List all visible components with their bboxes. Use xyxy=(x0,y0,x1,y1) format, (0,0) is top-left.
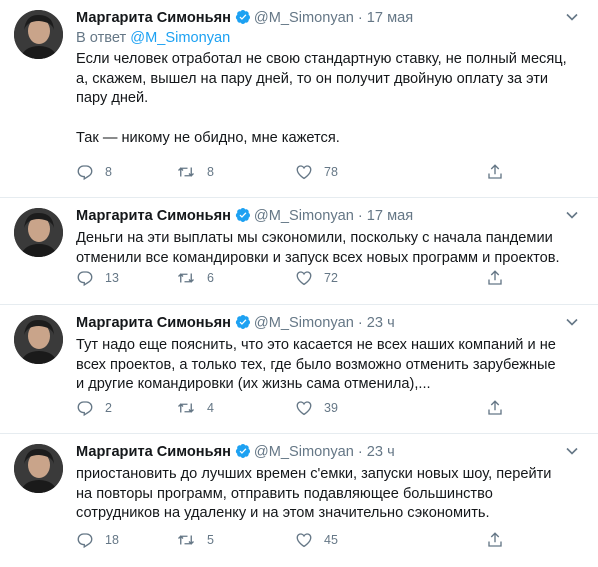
tweet-timestamp[interactable]: 17 мая xyxy=(367,208,413,224)
retweet-count: 8 xyxy=(207,165,214,179)
retweet-button[interactable]: 4 xyxy=(176,398,214,418)
like-button[interactable]: 39 xyxy=(295,398,338,418)
author-handle[interactable]: @M_Simonyan xyxy=(254,208,354,224)
tweet-text: Если человек отработал не свою стандартн… xyxy=(76,51,567,146)
share-button[interactable] xyxy=(486,398,504,418)
tweet-text: приостановить до лучших времен с'емки, з… xyxy=(76,466,552,522)
reply-count: 8 xyxy=(105,165,112,179)
author-name[interactable]: Маргарита Симоньян xyxy=(76,444,231,460)
chevron-down-icon[interactable] xyxy=(562,7,582,27)
reply-button[interactable]: 13 xyxy=(76,268,119,288)
heart-icon xyxy=(296,533,312,548)
like-button[interactable]: 72 xyxy=(295,268,338,288)
retweet-icon xyxy=(178,273,194,283)
tweet-actions: 18 5 45 xyxy=(76,530,526,550)
share-icon xyxy=(488,164,502,179)
avatar[interactable] xyxy=(14,315,63,364)
tweet-timestamp[interactable]: 23 ч xyxy=(367,444,395,460)
chevron-down-icon[interactable] xyxy=(562,312,582,332)
heart-icon xyxy=(296,165,312,180)
retweet-count: 6 xyxy=(207,271,214,285)
avatar[interactable] xyxy=(14,444,63,493)
chevron-down-icon[interactable] xyxy=(562,441,582,461)
author-handle[interactable]: @M_Simonyan xyxy=(254,444,354,460)
tweet[interactable]: Маргарита Симоньян @M_Simonyan · 17 мая Ден… xyxy=(0,198,598,305)
reply-button[interactable]: 2 xyxy=(76,398,112,418)
author-name[interactable]: Маргарита Симоньян xyxy=(76,208,231,224)
reply-to-handle-link[interactable]: @M_Simonyan xyxy=(130,30,230,46)
tweet-content: Маргарита Симоньян @M_Simonyan · 23 ч приос… xyxy=(76,442,588,524)
tweet-content: Маргарита Симоньян @M_Simonyan · 17 мая Ден… xyxy=(76,206,588,268)
retweet-count: 5 xyxy=(207,533,214,547)
retweet-button[interactable]: 6 xyxy=(176,268,214,288)
tweet-thread: Маргарита Симоньян @M_Simonyan · 17 мая В о… xyxy=(0,0,598,567)
tweet-timestamp[interactable]: 23 ч xyxy=(367,315,395,331)
author-handle[interactable]: @M_Simonyan xyxy=(254,315,354,331)
reply-count: 2 xyxy=(105,401,112,415)
reply-button[interactable]: 18 xyxy=(76,530,119,550)
retweet-button[interactable]: 5 xyxy=(176,530,214,550)
heart-icon xyxy=(296,401,312,416)
tweet-timestamp[interactable]: 17 мая xyxy=(367,10,413,26)
like-button[interactable]: 78 xyxy=(295,162,338,182)
verified-badge-icon xyxy=(235,314,251,336)
retweet-icon xyxy=(178,167,194,177)
tweet[interactable]: Маргарита Симоньян @M_Simonyan · 17 мая В о… xyxy=(0,0,598,198)
like-count: 39 xyxy=(324,401,338,415)
separator-dot: · xyxy=(357,208,363,224)
reply-icon xyxy=(77,271,93,287)
tweet-header: Маргарита Симоньян @M_Simonyan · 23 ч xyxy=(76,313,588,333)
reply-icon xyxy=(77,401,93,417)
heart-icon xyxy=(296,271,312,286)
like-count: 72 xyxy=(324,271,338,285)
share-icon xyxy=(488,532,502,547)
share-button[interactable] xyxy=(486,268,504,288)
separator-dot: · xyxy=(357,10,363,26)
verified-badge-icon xyxy=(235,9,251,31)
verified-badge-icon xyxy=(235,443,251,465)
reply-icon xyxy=(77,533,93,549)
tweet-header: Маргарита Симоньян @M_Simonyan · 23 ч xyxy=(76,442,588,462)
reply-count: 13 xyxy=(105,271,119,285)
tweet[interactable]: Маргарита Симоньян @M_Simonyan · 23 ч приос… xyxy=(0,434,598,567)
retweet-button[interactable]: 8 xyxy=(176,162,214,182)
share-button[interactable] xyxy=(486,530,504,550)
tweet-actions: 2 4 39 xyxy=(76,398,526,418)
tweet[interactable]: Маргарита Симоньян @M_Simonyan · 23 ч Тут н… xyxy=(0,305,598,434)
author-handle[interactable]: @M_Simonyan xyxy=(254,10,354,26)
reply-to-line: В ответ @M_Simonyan xyxy=(76,28,588,48)
retweet-count: 4 xyxy=(207,401,214,415)
tweet-header: Маргарита Симоньян @M_Simonyan · 17 мая xyxy=(76,206,588,226)
separator-dot: · xyxy=(357,315,363,331)
tweet-content: Маргарита Симоньян @M_Simonyan · 17 мая В о… xyxy=(76,8,588,149)
like-count: 78 xyxy=(324,165,338,179)
verified-badge-icon xyxy=(235,207,251,229)
author-name[interactable]: Маргарита Симоньян xyxy=(76,10,231,26)
avatar[interactable] xyxy=(14,208,63,257)
reply-button[interactable]: 8 xyxy=(76,162,112,182)
tweet-content: Маргарита Симоньян @M_Simonyan · 23 ч Тут н… xyxy=(76,313,588,395)
tweet-text: Деньги на эти выплаты мы сэкономили, пос… xyxy=(76,230,560,266)
tweet-actions: 13 6 72 xyxy=(76,268,526,288)
reply-icon xyxy=(77,165,93,181)
avatar[interactable] xyxy=(14,10,63,59)
tweet-header: Маргарита Симоньян @M_Simonyan · 17 мая xyxy=(76,8,588,28)
share-icon xyxy=(488,400,502,415)
retweet-icon xyxy=(178,403,194,413)
author-name[interactable]: Маргарита Симоньян xyxy=(76,315,231,331)
share-icon xyxy=(488,270,502,285)
tweet-text: Тут надо еще пояснить, что это касается … xyxy=(76,337,556,393)
tweet-actions: 8 8 78 xyxy=(76,162,526,182)
like-count: 45 xyxy=(324,533,338,547)
reply-count: 18 xyxy=(105,533,119,547)
like-button[interactable]: 45 xyxy=(295,530,338,550)
chevron-down-icon[interactable] xyxy=(562,205,582,225)
separator-dot: · xyxy=(357,444,363,460)
retweet-icon xyxy=(178,535,194,545)
share-button[interactable] xyxy=(486,162,504,182)
reply-to-label: В ответ xyxy=(76,30,127,46)
